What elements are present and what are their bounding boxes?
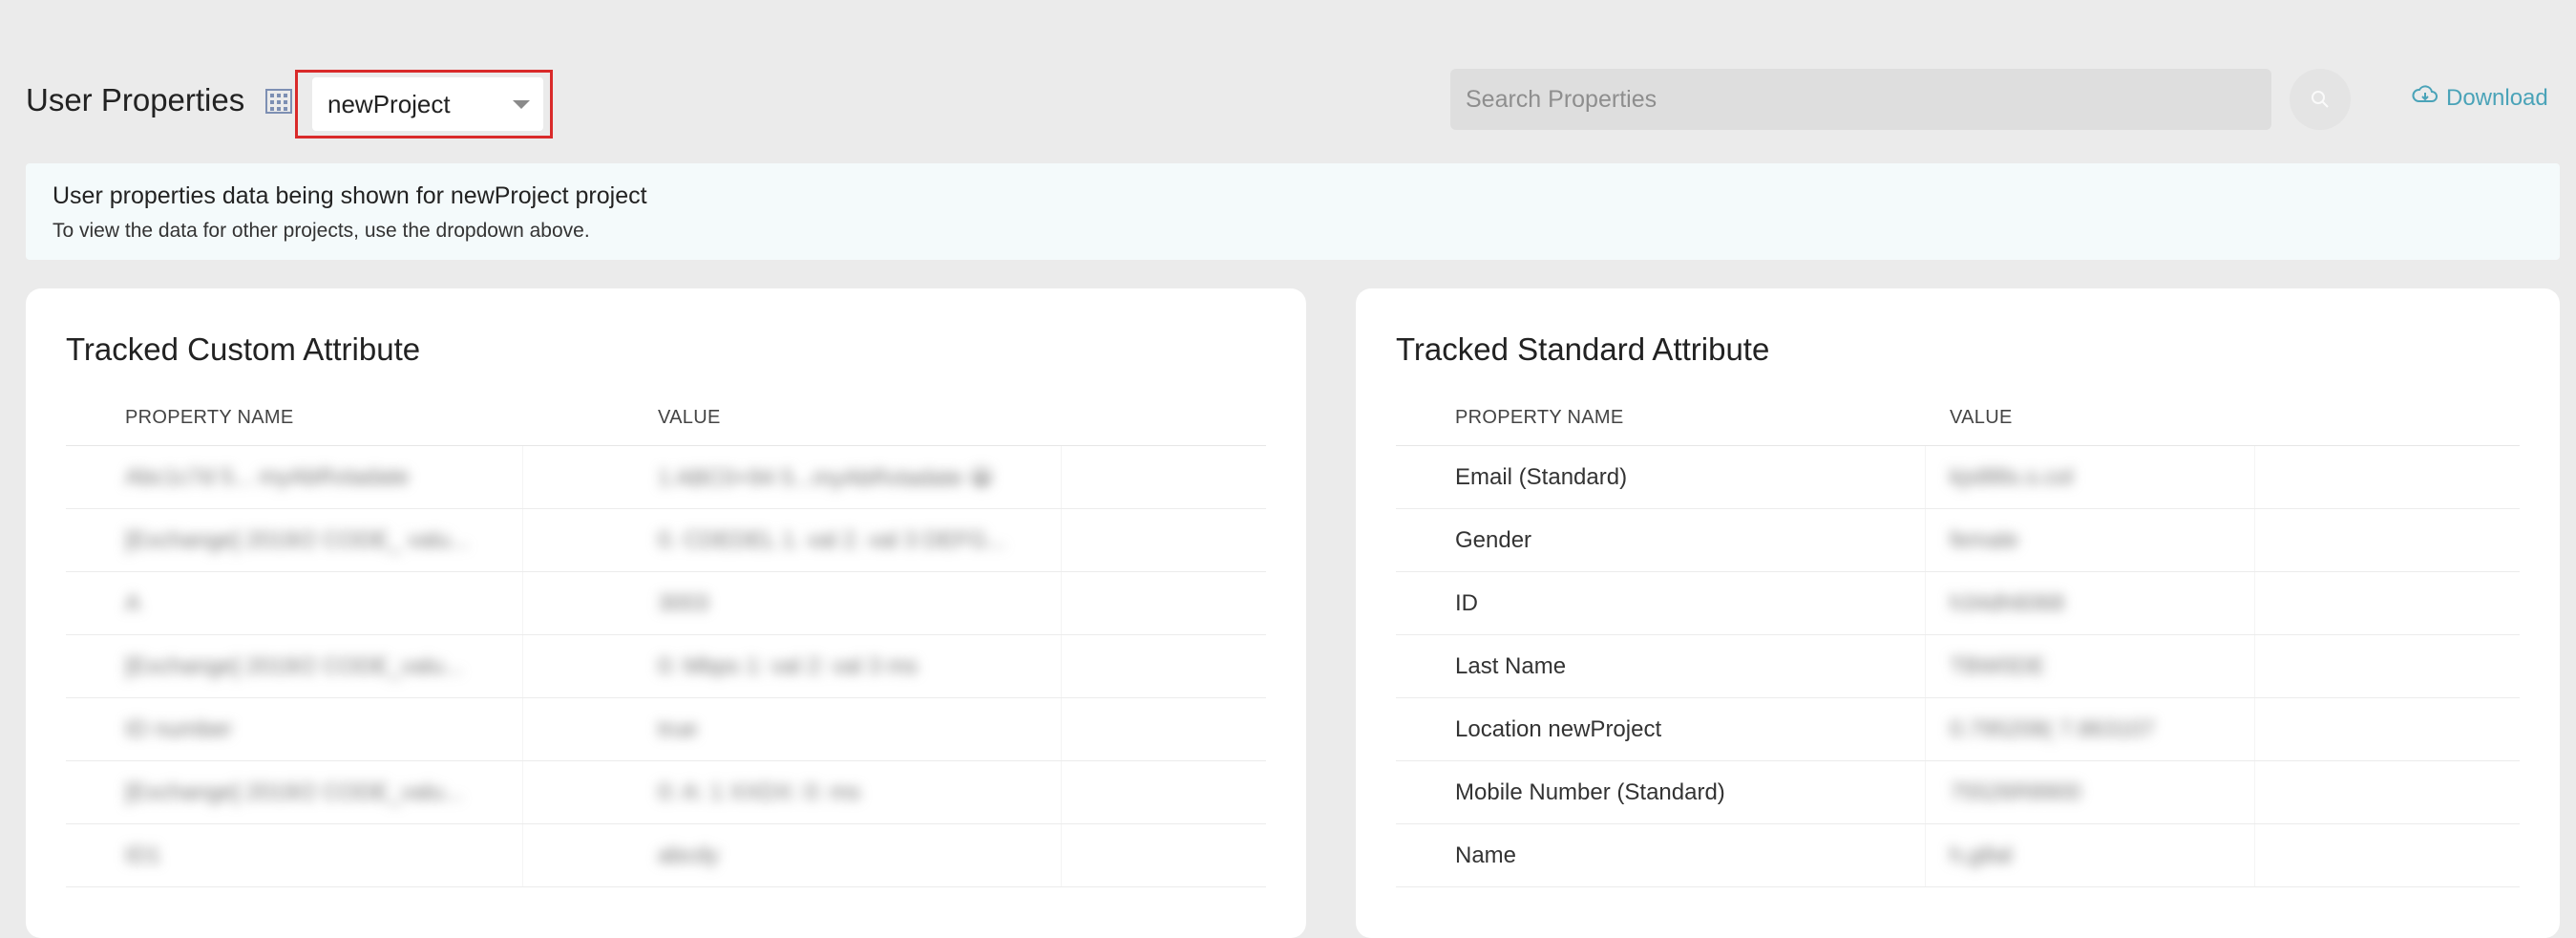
search-button[interactable] <box>2290 69 2351 130</box>
table-row[interactable]: Email (Standard) kjs8l8s.s.col <box>1396 446 2520 509</box>
table-row[interactable]: A 3003 <box>66 572 1266 635</box>
property-value-cell: 75526R8900 <box>1950 779 2081 805</box>
property-value-cell: 0. CDEDEL 1. val 2. val 3 DEFG... <box>658 527 1006 553</box>
page-title: User Properties <box>26 82 245 117</box>
building-icon <box>264 86 294 117</box>
property-value-cell: 0.795208( 7.863107 <box>1950 716 2155 742</box>
property-name-cell: Mobile Number (Standard) <box>1455 779 1725 805</box>
property-name-cell: [Exchange] 2019/2 CODE_ valu... <box>125 527 470 553</box>
custom-attributes-table: PROPERTY NAME VALUE Abc1c7d 5... myAbRvt… <box>66 395 1266 887</box>
property-value-cell: TBW0DE <box>1950 653 2046 679</box>
project-dropdown-value: newProject <box>327 90 451 118</box>
table-row[interactable]: Gender female <box>1396 509 2520 572</box>
property-value-cell: 3003 <box>658 590 709 616</box>
property-name-cell: ID number <box>125 716 233 742</box>
project-dropdown[interactable]: newProject <box>312 77 543 131</box>
property-value-cell: 0: A: 1 XXDX: 0: ms <box>658 779 861 805</box>
property-value-cell: kjs8l8s.s.col <box>1950 464 2074 490</box>
table-row[interactable]: ID1 abcdy <box>66 824 1266 887</box>
table-row[interactable]: Location newProject 0.795208( 7.863107 <box>1396 698 2520 761</box>
standard-attributes-table: PROPERTY NAME VALUE Email (Standard) kjs… <box>1396 395 2520 887</box>
info-banner-title: User properties data being shown for new… <box>53 182 647 209</box>
property-name-cell: ID <box>1455 590 1478 616</box>
table-row[interactable]: [Exchange] 2019/2 CODE_valu... 0: A: 1 X… <box>66 761 1266 824</box>
property-name-cell: Gender <box>1455 527 1532 553</box>
property-name-cell: Email (Standard) <box>1455 464 1628 490</box>
column-header-value: VALUE <box>658 407 721 428</box>
table-row[interactable]: Abc1c7d 5... myAbRvtadate 1 ABC0+94 5...… <box>66 446 1266 509</box>
table-header: PROPERTY NAME VALUE <box>1396 395 2520 446</box>
table-row[interactable]: [Exchange] 2019/2 CODE_ valu... 0. CDEDE… <box>66 509 1266 572</box>
property-name-cell: Last Name <box>1455 653 1567 679</box>
table-row[interactable]: Mobile Number (Standard) 75526R8900 <box>1396 761 2520 824</box>
property-name-cell: Location newProject <box>1455 716 1662 742</box>
custom-attributes-panel: Tracked Custom Attribute PROPERTY NAME V… <box>26 288 1306 938</box>
panel-title: Tracked Standard Attribute <box>1396 331 1770 367</box>
table-row[interactable]: Name h,g8al <box>1396 824 2520 887</box>
panel-title: Tracked Custom Attribute <box>66 331 421 367</box>
property-name-cell: ID1 <box>125 842 161 868</box>
property-value-cell: 1 ABC0+94 5...myAbRvtadate 😀 <box>658 465 994 491</box>
cloud-download-icon <box>2412 84 2439 112</box>
chevron-down-icon <box>513 100 530 109</box>
property-value-cell: abcdy <box>658 842 720 868</box>
table-row[interactable]: Last Name TBW0DE <box>1396 635 2520 698</box>
table-row[interactable]: ID number true <box>66 698 1266 761</box>
table-row[interactable]: ID h34dh6068 <box>1396 572 2520 635</box>
info-banner-subtitle: To view the data for other projects, use… <box>53 220 590 242</box>
search-input[interactable] <box>1450 69 2271 130</box>
property-value-cell: h34dh6068 <box>1950 590 2065 616</box>
property-name-cell: Name <box>1455 842 1517 868</box>
column-header-property-name: PROPERTY NAME <box>1455 407 1624 428</box>
search-icon <box>2309 88 2332 116</box>
standard-attributes-panel: Tracked Standard Attribute PROPERTY NAME… <box>1356 288 2560 938</box>
column-header-value: VALUE <box>1950 407 2013 428</box>
property-name-cell: A <box>125 590 141 616</box>
property-value-cell: h,g8al <box>1950 842 2013 868</box>
property-name-cell: [Exchange] 2019/2 CODE_valu... <box>125 653 463 679</box>
table-header: PROPERTY NAME VALUE <box>66 395 1266 446</box>
property-name-cell: [Exchange] 2019/2 CODE_valu... <box>125 779 463 805</box>
property-value-cell: true <box>658 716 698 742</box>
info-banner: User properties data being shown for new… <box>26 163 2560 260</box>
top-bar: User Properties newProject Search Proper… <box>0 0 2576 153</box>
property-value-cell: female <box>1950 527 2019 553</box>
table-row[interactable]: [Exchange] 2019/2 CODE_valu... 0: Mbps 1… <box>66 635 1266 698</box>
download-button[interactable]: Download <box>2412 84 2548 112</box>
property-value-cell: 0: Mbps 1: val 2: val 3 ms <box>658 653 918 679</box>
download-label: Download <box>2446 84 2548 111</box>
property-name-cell: Abc1c7d 5... myAbRvtadate <box>125 464 410 490</box>
column-header-property-name: PROPERTY NAME <box>125 407 294 428</box>
